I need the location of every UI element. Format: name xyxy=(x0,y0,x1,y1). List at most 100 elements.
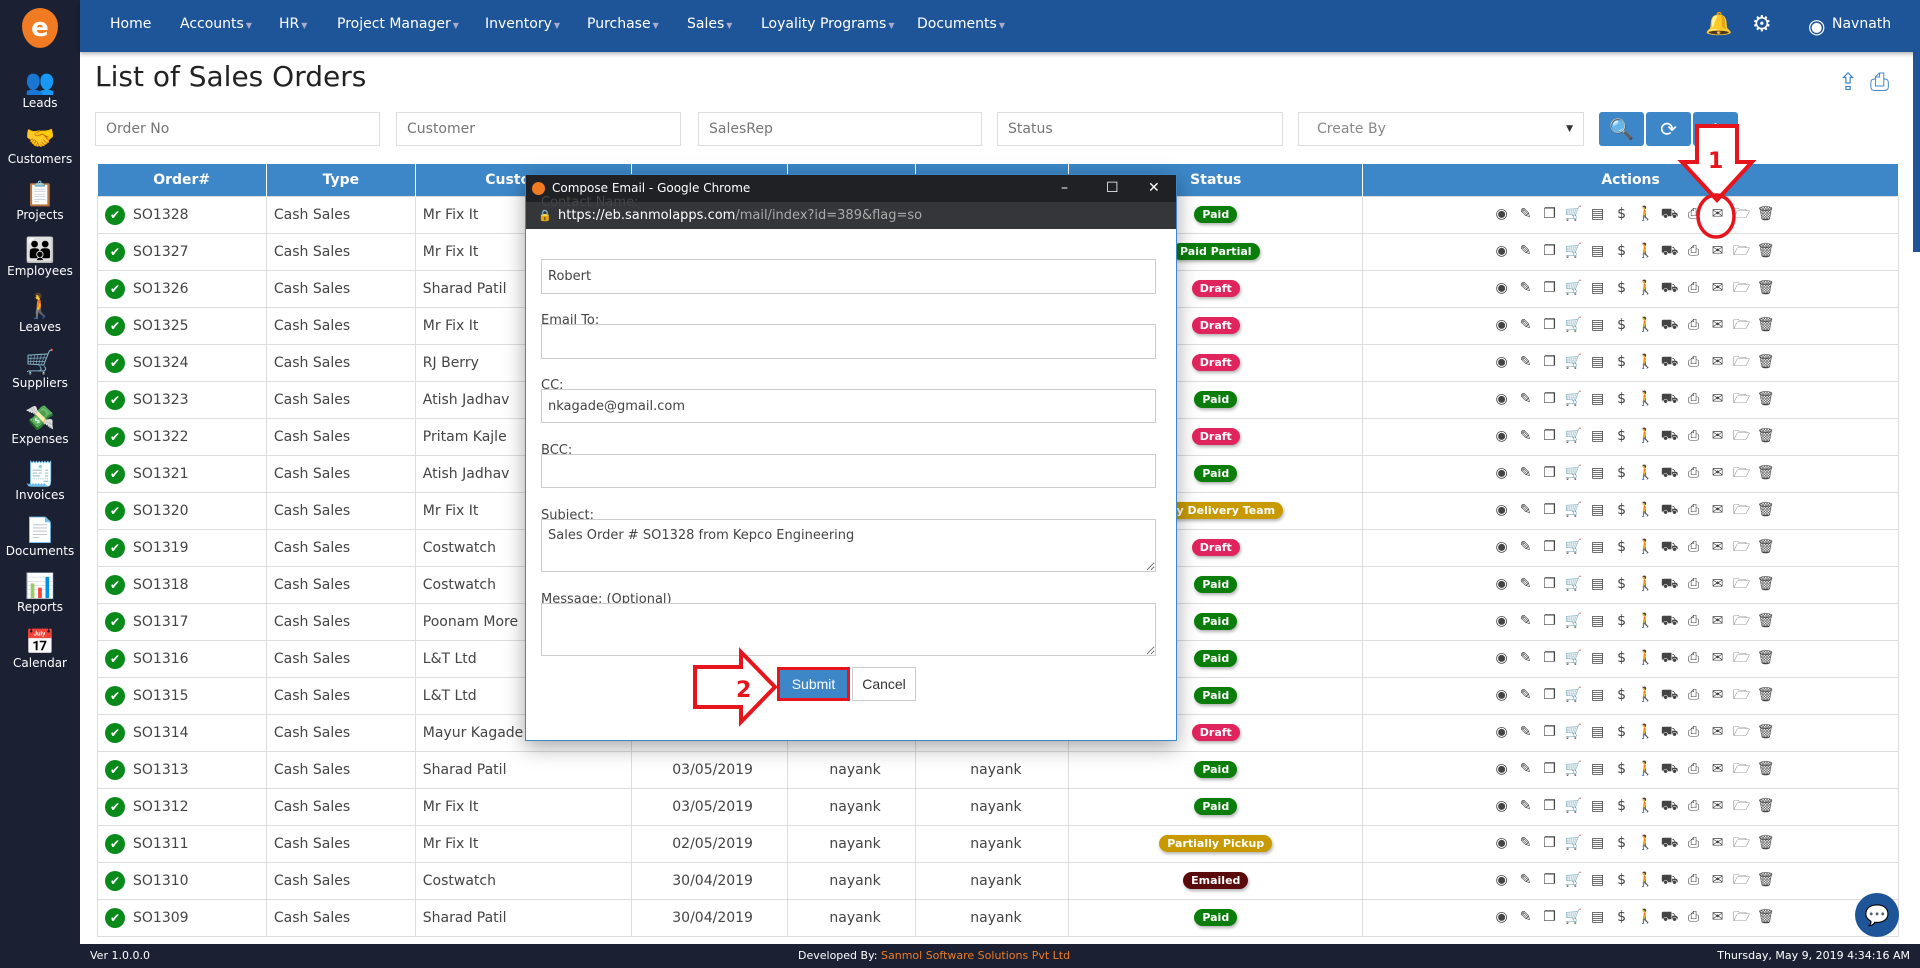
nav-home[interactable]: Home xyxy=(110,16,151,32)
pickup-icon[interactable]: 🚶 xyxy=(1634,724,1658,740)
view-icon[interactable]: ◉ xyxy=(1490,613,1514,629)
copy-icon[interactable]: ❐ xyxy=(1538,687,1562,703)
payment-icon[interactable]: $ xyxy=(1610,761,1634,777)
email-icon[interactable]: ✉ xyxy=(1706,206,1730,222)
order-cell[interactable]: ✔ SO1326 xyxy=(97,269,267,308)
delete-icon[interactable]: 🗑 xyxy=(1754,650,1778,666)
pickup-icon[interactable]: 🚶 xyxy=(1634,798,1658,814)
print-icon[interactable]: ⎙ xyxy=(1682,724,1706,740)
copy-icon[interactable]: ❐ xyxy=(1538,761,1562,777)
folder-icon[interactable]: 🗁 xyxy=(1730,536,1754,560)
delivery-icon[interactable]: ⛟ xyxy=(1658,835,1682,853)
email-icon[interactable]: ✉ xyxy=(1706,243,1730,259)
pickup-icon[interactable]: 🚶 xyxy=(1634,465,1658,481)
cancel-button[interactable]: Cancel xyxy=(852,667,916,701)
pickup-icon[interactable]: 🚶 xyxy=(1634,391,1658,407)
delete-icon[interactable]: 🗑 xyxy=(1754,613,1778,629)
delete-icon[interactable]: 🗑 xyxy=(1754,428,1778,444)
view-icon[interactable]: ◉ xyxy=(1490,724,1514,740)
pickup-icon[interactable]: 🚶 xyxy=(1634,206,1658,222)
edit-icon[interactable]: ✎ xyxy=(1514,872,1538,888)
copy-icon[interactable]: ❐ xyxy=(1538,428,1562,444)
delivery-icon[interactable]: ⛟ xyxy=(1658,798,1682,816)
order-cell[interactable]: ✔ SO1312 xyxy=(97,787,267,826)
pickup-icon[interactable]: 🚶 xyxy=(1634,539,1658,555)
delete-icon[interactable]: 🗑 xyxy=(1754,317,1778,333)
payment-icon[interactable]: $ xyxy=(1610,539,1634,555)
payment-icon[interactable]: $ xyxy=(1610,354,1634,370)
folder-icon[interactable]: 🗁 xyxy=(1730,203,1754,227)
sidebar-item-customers[interactable]: 🤝 Customers xyxy=(0,124,80,166)
payment-icon[interactable]: $ xyxy=(1610,280,1634,296)
check-circle-icon[interactable]: ✔ xyxy=(105,315,125,336)
email-icon[interactable]: ✉ xyxy=(1706,613,1730,629)
print-icon[interactable]: ⎙ xyxy=(1682,317,1706,333)
order-no-input[interactable] xyxy=(95,112,380,146)
order-cell[interactable]: ✔ SO1324 xyxy=(97,343,267,382)
copy-icon[interactable]: ❐ xyxy=(1538,576,1562,592)
copy-icon[interactable]: ❐ xyxy=(1538,872,1562,888)
edit-icon[interactable]: ✎ xyxy=(1514,317,1538,333)
print-icon[interactable]: ⎙ xyxy=(1682,354,1706,370)
delete-icon[interactable]: 🗑 xyxy=(1754,502,1778,518)
folder-icon[interactable]: 🗁 xyxy=(1730,906,1754,930)
view-icon[interactable]: ◉ xyxy=(1490,872,1514,888)
invoice-icon[interactable]: ▤ xyxy=(1586,724,1610,740)
delivery-icon[interactable]: ⛟ xyxy=(1658,206,1682,224)
cart-icon[interactable]: 🛒 xyxy=(1562,539,1586,555)
invoice-icon[interactable]: ▤ xyxy=(1586,354,1610,370)
delete-icon[interactable]: 🗑 xyxy=(1754,576,1778,592)
cart-icon[interactable]: 🛒 xyxy=(1562,243,1586,259)
cart-icon[interactable]: 🛒 xyxy=(1562,317,1586,333)
submit-button[interactable]: Submit xyxy=(777,667,850,701)
delivery-icon[interactable]: ⛟ xyxy=(1658,650,1682,668)
view-icon[interactable]: ◉ xyxy=(1490,428,1514,444)
cart-icon[interactable]: 🛒 xyxy=(1562,687,1586,703)
sidebar-item-reports[interactable]: 📊 Reports xyxy=(0,572,80,614)
print-icon[interactable]: ⎙ xyxy=(1682,280,1706,296)
delete-icon[interactable]: 🗑 xyxy=(1754,798,1778,814)
order-cell[interactable]: ✔ SO1315 xyxy=(97,676,267,715)
view-icon[interactable]: ◉ xyxy=(1490,539,1514,555)
order-cell[interactable]: ✔ SO1322 xyxy=(97,417,267,456)
cart-icon[interactable]: 🛒 xyxy=(1562,280,1586,296)
cart-icon[interactable]: 🛒 xyxy=(1562,354,1586,370)
nav-hr[interactable]: HR ▼ xyxy=(279,16,307,32)
check-circle-icon[interactable]: ✔ xyxy=(105,500,125,521)
delivery-icon[interactable]: ⛟ xyxy=(1658,465,1682,483)
folder-icon[interactable]: 🗁 xyxy=(1730,314,1754,338)
nav-project-manager[interactable]: Project Manager ▼ xyxy=(337,16,459,32)
pickup-icon[interactable]: 🚶 xyxy=(1634,613,1658,629)
payment-icon[interactable]: $ xyxy=(1610,576,1634,592)
close-button[interactable]: ✕ xyxy=(1148,175,1160,202)
delete-icon[interactable]: 🗑 xyxy=(1754,280,1778,296)
delete-icon[interactable]: 🗑 xyxy=(1754,354,1778,370)
nav-sales[interactable]: Sales ▼ xyxy=(687,16,732,32)
folder-icon[interactable]: 🗁 xyxy=(1730,795,1754,819)
nav-inventory[interactable]: Inventory ▼ xyxy=(485,16,560,32)
delivery-icon[interactable]: ⛟ xyxy=(1658,909,1682,927)
pickup-icon[interactable]: 🚶 xyxy=(1634,909,1658,925)
check-circle-icon[interactable]: ✔ xyxy=(105,759,125,780)
cc-field[interactable] xyxy=(541,389,1156,423)
folder-icon[interactable]: 🗁 xyxy=(1730,684,1754,708)
edit-icon[interactable]: ✎ xyxy=(1514,761,1538,777)
view-icon[interactable]: ◉ xyxy=(1490,354,1514,370)
user-name[interactable]: Navnath xyxy=(1832,16,1891,32)
print-icon[interactable]: ⎙ xyxy=(1682,650,1706,666)
edit-icon[interactable]: ✎ xyxy=(1514,724,1538,740)
email-icon[interactable]: ✉ xyxy=(1706,502,1730,518)
delete-icon[interactable]: 🗑 xyxy=(1754,835,1778,851)
edit-icon[interactable]: ✎ xyxy=(1514,206,1538,222)
folder-icon[interactable]: 🗁 xyxy=(1730,277,1754,301)
check-circle-icon[interactable]: ✔ xyxy=(105,278,125,299)
edit-icon[interactable]: ✎ xyxy=(1514,243,1538,259)
edit-icon[interactable]: ✎ xyxy=(1514,909,1538,925)
view-icon[interactable]: ◉ xyxy=(1490,835,1514,851)
folder-icon[interactable]: 🗁 xyxy=(1730,425,1754,449)
cart-icon[interactable]: 🛒 xyxy=(1562,428,1586,444)
cart-icon[interactable]: 🛒 xyxy=(1562,613,1586,629)
edit-icon[interactable]: ✎ xyxy=(1514,613,1538,629)
check-circle-icon[interactable]: ✔ xyxy=(105,685,125,706)
view-icon[interactable]: ◉ xyxy=(1490,576,1514,592)
